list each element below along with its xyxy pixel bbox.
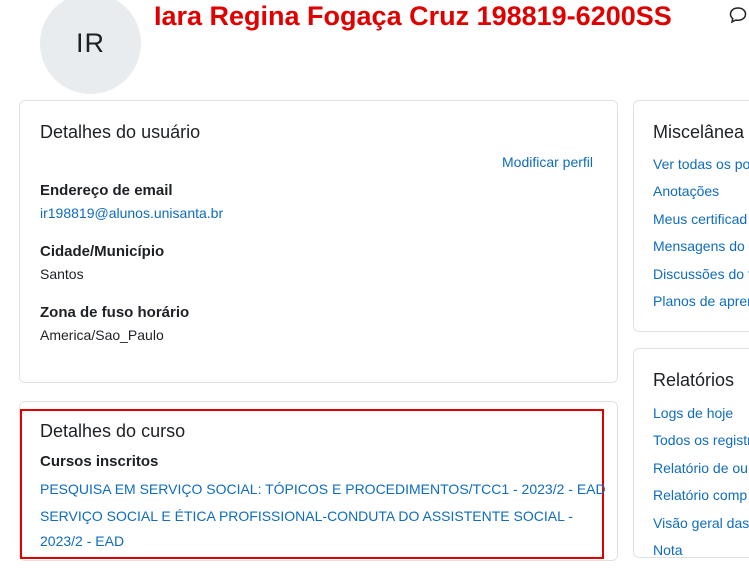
edit-profile-link[interactable]: Modificar perfil	[502, 154, 593, 170]
misc-list: Ver todas os po Anotações Meus certifica…	[653, 155, 749, 319]
report-item-outline[interactable]: Relatório de ou	[653, 460, 748, 476]
reports-list: Logs de hoje Todos os registr Relatório …	[653, 404, 749, 568]
report-item-grades[interactable]: Nota	[653, 542, 683, 558]
reports-title: Relatórios	[653, 370, 735, 390]
report-item-overview[interactable]: Visão geral das	[653, 515, 749, 531]
misc-item-learning-plans[interactable]: Planos de aprer	[653, 293, 749, 309]
avatar: IR	[40, 0, 141, 94]
report-item-complete[interactable]: Relatório comp	[653, 487, 747, 503]
course-details-title: Detalhes do curso	[40, 421, 186, 441]
report-item-all-logs[interactable]: Todos os registr	[653, 432, 749, 448]
enrolled-courses-label: Cursos inscritos	[40, 453, 159, 470]
page-title: Iara Regina Fogaça Cruz 198819-6200SS	[154, 1, 672, 31]
misc-item-all-posts[interactable]: Ver todas os po	[653, 156, 749, 172]
misc-item-messages[interactable]: Mensagens do	[653, 238, 745, 254]
city-label: Cidade/Município	[40, 243, 165, 260]
misc-title: Miscelânea	[653, 122, 745, 142]
avatar-initials: IR	[76, 28, 105, 58]
city-value: Santos	[40, 266, 84, 282]
email-link[interactable]: ir198819@alunos.unisanta.br	[40, 205, 223, 221]
timezone-value: America/Sao_Paulo	[40, 327, 164, 343]
course-link-2[interactable]: SERVIÇO SOCIAL E ÉTICA PROFISSIONAL-COND…	[40, 504, 595, 554]
report-item-today-logs[interactable]: Logs de hoje	[653, 405, 733, 421]
misc-item-certificates[interactable]: Meus certificad	[653, 211, 747, 227]
timezone-label: Zona de fuso horário	[40, 304, 190, 321]
user-details-title: Detalhes do usuário	[40, 122, 201, 142]
misc-item-notes[interactable]: Anotações	[653, 183, 719, 199]
course-link-1[interactable]: PESQUISA EM SERVIÇO SOCIAL: TÓPICOS E PR…	[40, 477, 606, 502]
message-icon[interactable]	[729, 6, 747, 24]
email-label: Endereço de email	[40, 182, 173, 199]
misc-item-discussions[interactable]: Discussões do f	[653, 266, 749, 282]
